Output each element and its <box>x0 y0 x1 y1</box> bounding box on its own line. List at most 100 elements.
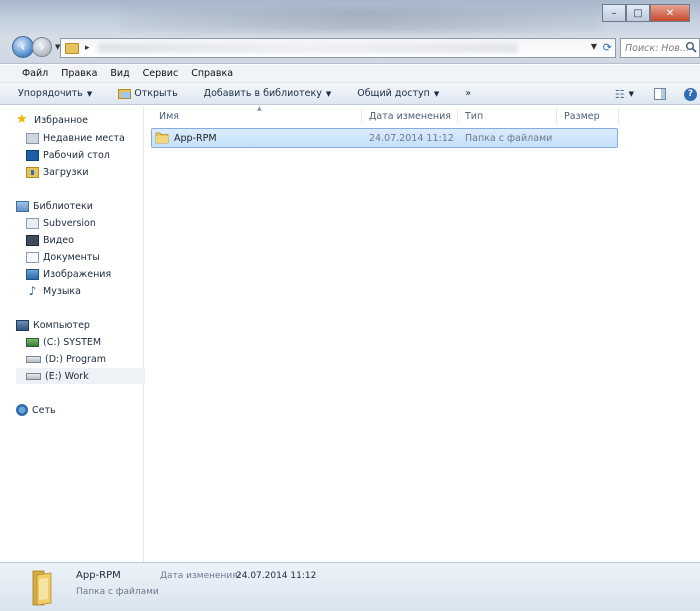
menu-view[interactable]: Вид <box>110 68 129 79</box>
details-pane: App-RPM Папка с файлами Дата изменения: … <box>0 562 700 611</box>
nav-downloads-label: Загрузки <box>43 166 89 178</box>
column-modified[interactable]: Дата изменения <box>369 111 451 122</box>
maximize-button[interactable]: □ <box>626 4 650 22</box>
folder-icon <box>65 42 79 54</box>
address-dropdown-icon[interactable]: ▼ <box>591 42 597 51</box>
command-bar: Упорядочить ▼ Открыть Добавить в библиот… <box>0 83 700 105</box>
back-button[interactable]: ‹ <box>12 36 34 58</box>
computer-icon <box>16 319 29 331</box>
nav-network-label: Сеть <box>32 404 56 416</box>
search-icon[interactable] <box>685 41 697 53</box>
share-button[interactable]: Общий доступ ▼ <box>357 88 439 99</box>
organize-label: Упорядочить <box>18 88 83 99</box>
column-headers: ▲ Имя Дата изменения Тип Размер <box>145 105 700 126</box>
network-icon <box>16 404 28 416</box>
file-list: ▲ Имя Дата изменения Тип Размер App-RPM … <box>145 105 700 562</box>
file-name: App-RPM <box>174 133 217 144</box>
chevron-down-icon: ▼ <box>86 89 93 98</box>
menu-file[interactable]: Файл <box>22 68 48 79</box>
menu-help[interactable]: Справка <box>191 68 233 79</box>
nav-drive-c-label: (C:) SYSTEM <box>43 336 102 348</box>
nav-downloads[interactable]: Загрузки <box>26 164 89 180</box>
chevron-down-icon: ▼ <box>433 89 440 98</box>
open-folder-icon <box>118 88 132 99</box>
nav-drive-c[interactable]: (C:) SYSTEM <box>26 334 101 350</box>
nav-music-label: Музыка <box>43 285 81 297</box>
column-divider[interactable] <box>457 108 458 124</box>
column-divider[interactable] <box>556 108 557 124</box>
nav-drive-d[interactable]: (D:) Program <box>26 351 106 367</box>
recent-places-icon <box>26 132 39 144</box>
menu-edit[interactable]: Правка <box>61 68 97 79</box>
blurred-path <box>97 43 518 53</box>
nav-drive-e[interactable]: (E:) Work <box>16 368 146 384</box>
nav-documents[interactable]: Документы <box>26 249 100 265</box>
modified-value: 24.07.2014 11:12 <box>236 571 317 581</box>
preview-pane-icon[interactable] <box>654 88 666 100</box>
chevron-down-icon: ▼ <box>325 89 332 98</box>
nav-libraries-label: Библиотеки <box>33 200 93 212</box>
file-type: Папка с файлами <box>465 133 553 144</box>
nav-computer-label: Компьютер <box>33 319 90 331</box>
title-bar: – □ ✕ ‹ › ▼ ▸ ▼ ⟳ Поиск: Нов... <box>0 0 700 64</box>
search-placeholder: Поиск: Нов... <box>625 42 689 54</box>
organize-button[interactable]: Упорядочить ▼ <box>18 88 92 99</box>
open-button[interactable]: Открыть <box>118 88 178 99</box>
nav-recent-places[interactable]: Недавние места <box>26 130 125 146</box>
nav-network[interactable]: Сеть <box>16 402 56 418</box>
add-to-library-button[interactable]: Добавить в библиотеку ▼ <box>204 88 332 99</box>
column-size[interactable]: Размер <box>564 111 600 122</box>
chevron-right-icon[interactable]: ▸ <box>85 43 90 53</box>
nav-computer[interactable]: Компьютер <box>16 317 90 333</box>
navigation-pane: ★ Избранное Недавние места Рабочий стол … <box>10 106 146 562</box>
desktop-icon <box>26 149 39 161</box>
documents-icon <box>26 251 39 263</box>
navigation-buttons: ‹ › ▼ <box>12 36 60 58</box>
close-button[interactable]: ✕ <box>650 4 690 22</box>
blurred-title <box>120 8 600 32</box>
column-divider[interactable] <box>361 108 362 124</box>
video-icon <box>26 234 39 246</box>
open-label: Открыть <box>134 88 178 99</box>
column-divider[interactable] <box>618 108 619 124</box>
table-row[interactable]: App-RPM 24.07.2014 11:12 Папка с файлами <box>151 128 618 148</box>
nav-music[interactable]: ♪ Музыка <box>26 283 81 299</box>
libraries-icon <box>16 200 29 212</box>
more-commands-button[interactable]: » <box>465 88 471 99</box>
nav-images[interactable]: Изображения <box>26 266 111 282</box>
music-note-icon: ♪ <box>28 283 37 298</box>
images-icon <box>26 268 39 280</box>
system-drive-icon <box>26 337 39 347</box>
view-dropdown-icon[interactable]: ▼ <box>629 90 634 98</box>
search-input[interactable]: Поиск: Нов... <box>620 38 700 58</box>
minimize-button[interactable]: – <box>602 4 626 22</box>
address-bar[interactable]: ▸ ▼ ⟳ <box>60 38 616 58</box>
column-type[interactable]: Тип <box>465 111 483 122</box>
view-options-icon[interactable]: ☷ <box>615 88 625 101</box>
file-modified: 24.07.2014 11:12 <box>369 133 454 144</box>
nav-video-label: Видео <box>43 234 74 246</box>
nav-desktop[interactable]: Рабочий стол <box>26 147 110 163</box>
column-name[interactable]: Имя <box>159 111 179 122</box>
command-bar-right: ☷ ▼ ? <box>615 83 700 105</box>
add-to-library-label: Добавить в библиотеку <box>203 88 322 99</box>
downloads-icon <box>26 166 39 178</box>
nav-drive-d-label: (D:) Program <box>45 353 107 365</box>
menu-bar: Файл Правка Вид Сервис Справка <box>0 65 700 83</box>
selected-item-name: App-RPM <box>76 570 121 581</box>
nav-desktop-label: Рабочий стол <box>43 149 110 161</box>
nav-video[interactable]: Видео <box>26 232 74 248</box>
forward-button[interactable]: › <box>32 37 52 57</box>
nav-drive-e-label: (E:) Work <box>45 370 89 382</box>
help-icon[interactable]: ? <box>684 87 697 101</box>
nav-recent-label: Недавние места <box>43 132 125 144</box>
nav-subversion[interactable]: Subversion <box>26 215 96 231</box>
menu-tools[interactable]: Сервис <box>143 68 179 79</box>
nav-libraries[interactable]: Библиотеки <box>16 198 93 214</box>
folder-icon <box>32 570 52 606</box>
drive-icon <box>26 372 41 380</box>
nav-documents-label: Документы <box>43 251 100 263</box>
modified-label: Дата изменения: <box>160 571 241 581</box>
refresh-icon[interactable]: ⟳ <box>603 41 612 54</box>
nav-favorites[interactable]: ★ Избранное <box>16 112 88 128</box>
